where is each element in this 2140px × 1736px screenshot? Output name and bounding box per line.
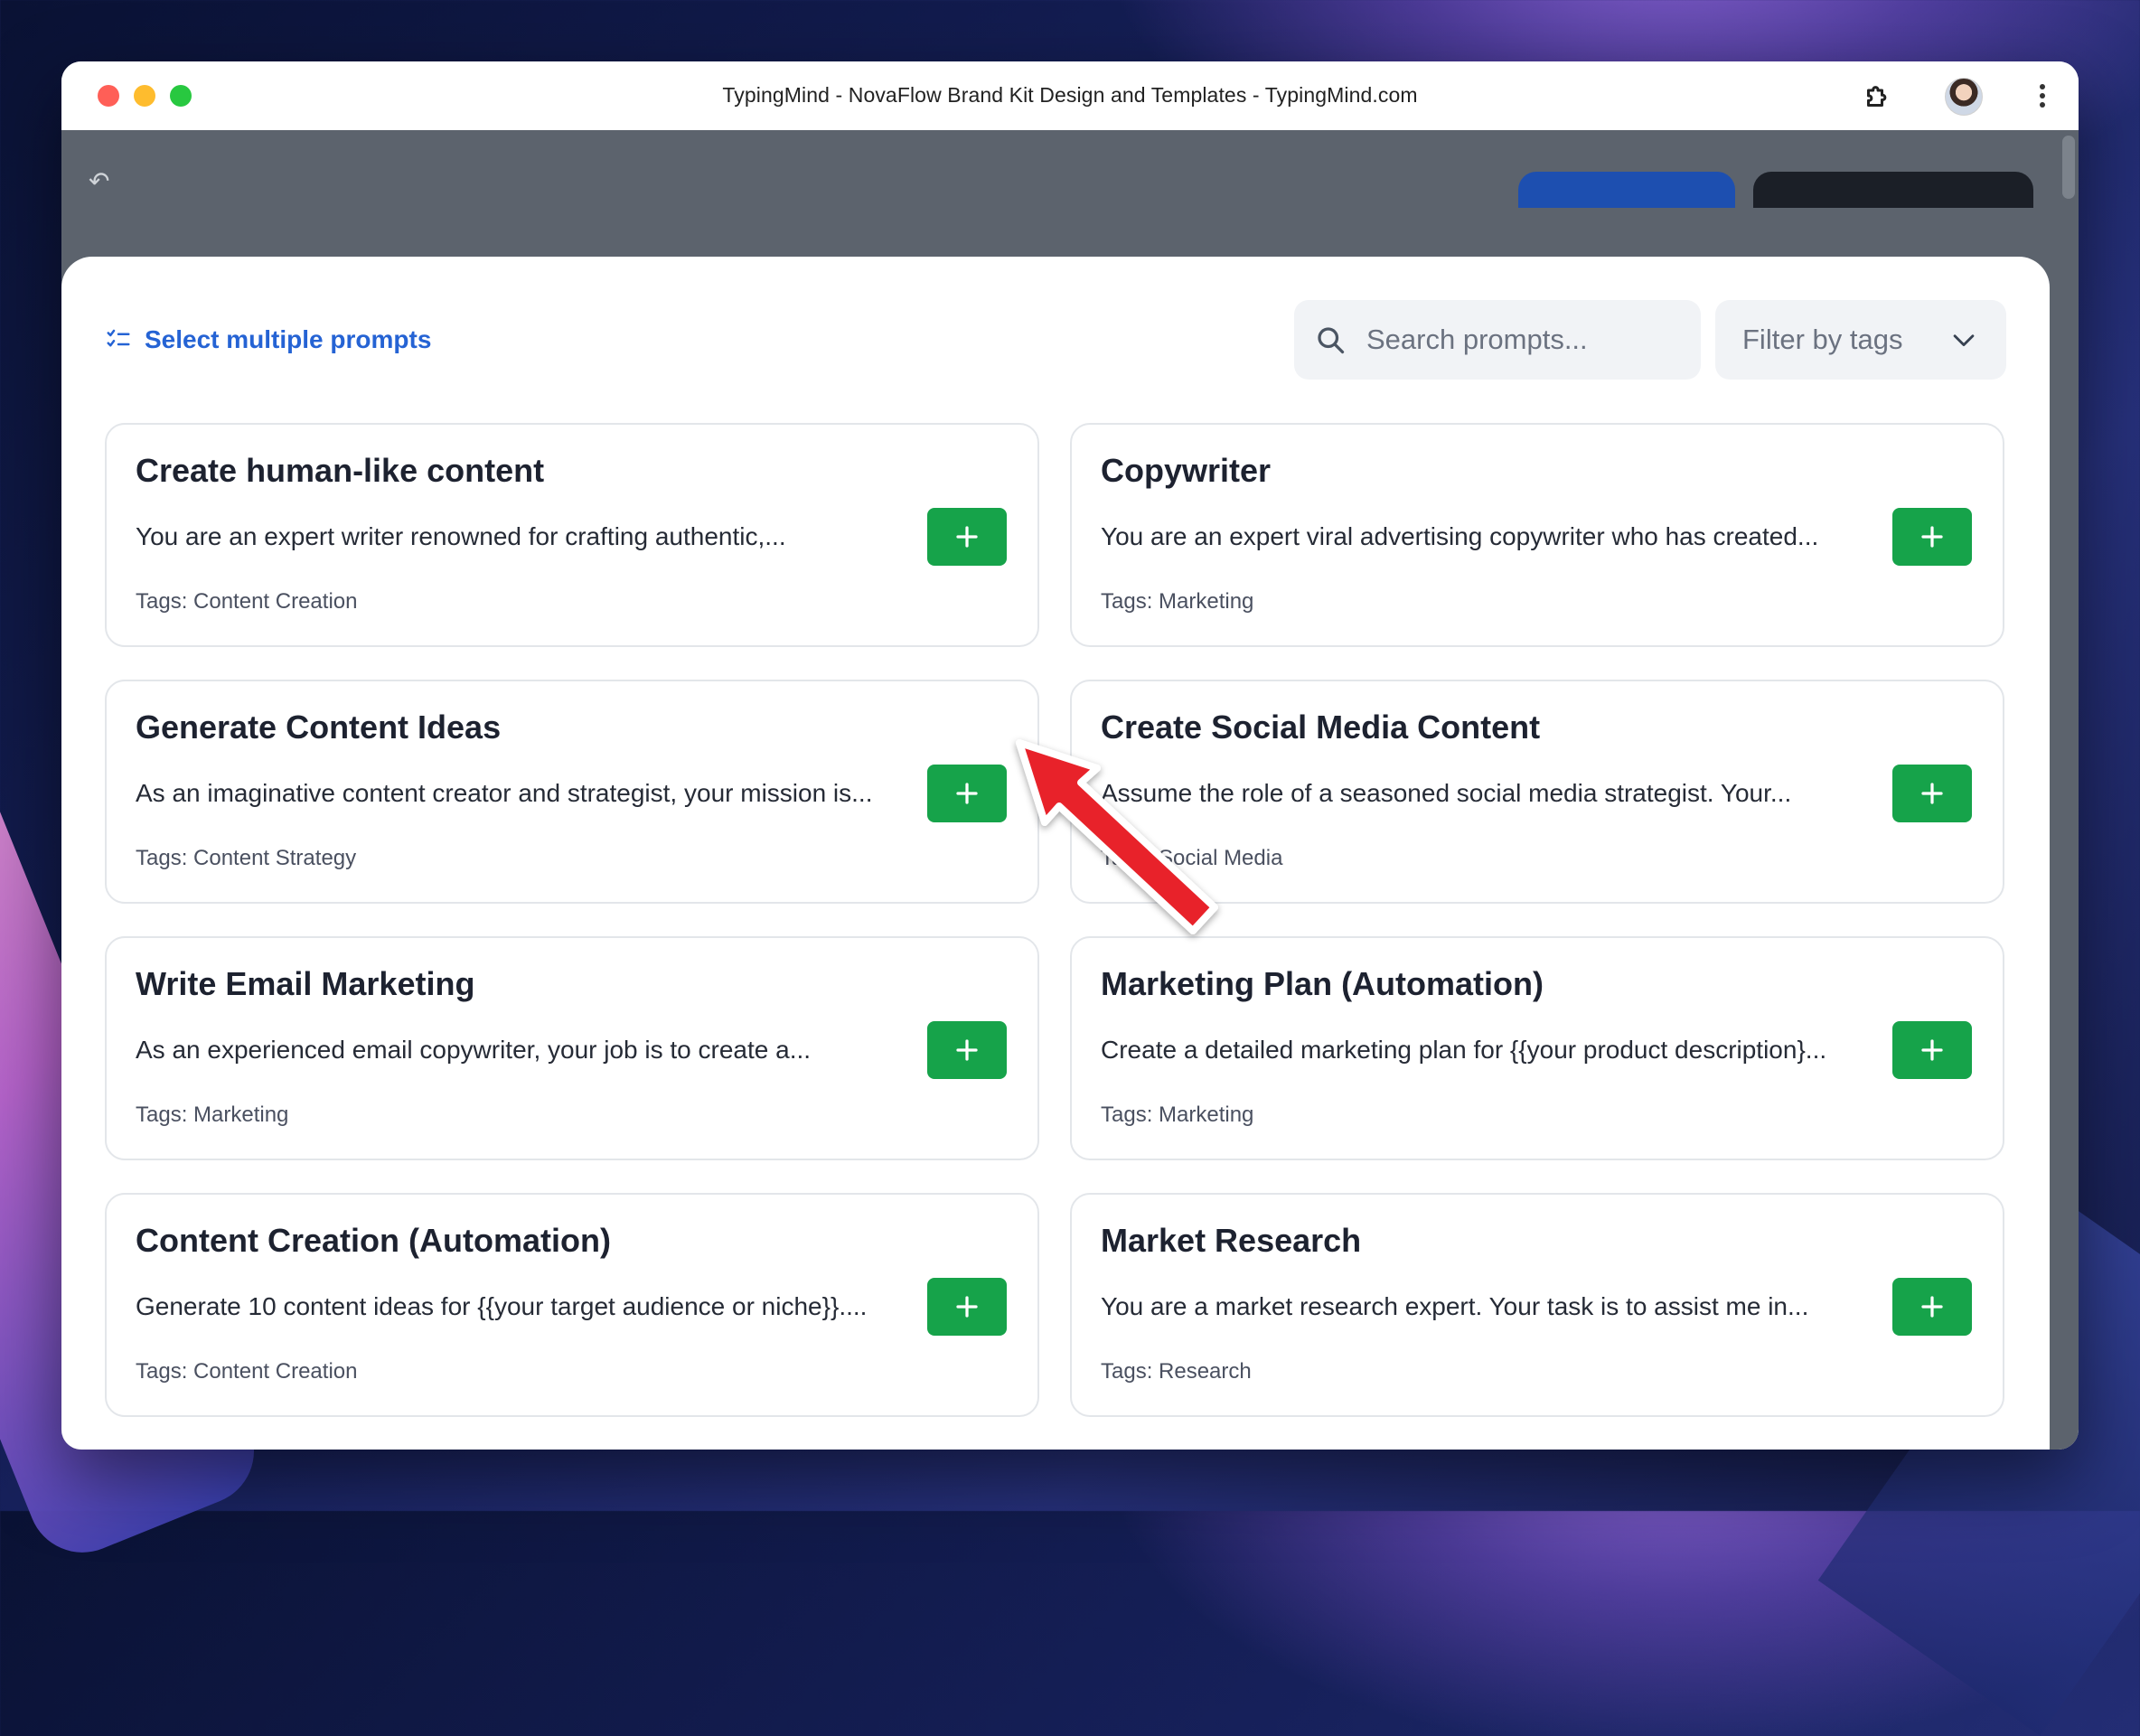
add-prompt-button[interactable] — [1892, 508, 1972, 566]
prompt-card[interactable]: Create Social Media Content Assume the ro… — [1070, 680, 2004, 904]
background-button — [1753, 172, 2033, 208]
prompt-tags: Tags: Content Strategy — [136, 846, 357, 870]
prompt-tags: Tags: Content Creation — [136, 589, 358, 614]
search-icon — [1318, 327, 1345, 354]
profile-avatar[interactable] — [1945, 78, 1983, 116]
plus-icon — [956, 1296, 978, 1318]
add-prompt-button[interactable] — [927, 765, 1007, 822]
prompt-card[interactable]: Content Creation (Automation) Generate 10… — [105, 1193, 1039, 1417]
scrollbar[interactable] — [2062, 136, 2075, 199]
plus-icon — [1921, 1296, 1943, 1318]
prompt-tags: Tags: Research — [1101, 1359, 1252, 1384]
add-prompt-button[interactable] — [927, 1278, 1007, 1336]
select-multiple-label: Select multiple prompts — [145, 325, 432, 353]
plus-icon — [1921, 1039, 1943, 1061]
prompt-description: You are an expert viral advertising copy… — [1101, 522, 1819, 550]
browser-window: TypingMind - NovaFlow Brand Kit Design a… — [61, 61, 2079, 1450]
prompt-tags: Tags: Content Creation — [136, 1359, 358, 1384]
checklist-icon — [107, 329, 130, 347]
prompt-tags: Tags: Social Media — [1101, 846, 1283, 870]
prompt-card[interactable]: Create human-like content You are an expe… — [105, 423, 1039, 647]
plus-icon — [956, 1039, 978, 1061]
prompt-description: You are an expert writer renowned for cr… — [136, 522, 786, 550]
filter-label: Filter by tags — [1742, 324, 1903, 355]
prompt-title: Market Research — [1101, 1222, 1362, 1259]
plus-icon — [1921, 783, 1943, 804]
prompt-tags: Tags: Marketing — [1101, 1103, 1254, 1127]
more-menu-icon[interactable] — [2037, 81, 2048, 112]
undo-icon: ↶ — [89, 167, 110, 195]
add-prompt-button[interactable] — [1892, 765, 1972, 822]
prompt-title: Copywriter — [1101, 452, 1272, 489]
plus-icon — [1921, 526, 1943, 548]
prompt-description: Generate 10 content ideas for {{your tar… — [136, 1292, 868, 1320]
select-multiple-prompts-button[interactable]: Select multiple prompts — [105, 325, 431, 354]
prompt-title: Write Email Marketing — [136, 965, 475, 1002]
prompt-title: Generate Content Ideas — [136, 708, 502, 746]
window-title: TypingMind - NovaFlow Brand Kit Design a… — [722, 83, 1418, 107]
plus-icon — [956, 783, 978, 804]
prompt-description: Create a detailed marketing plan for {{y… — [1101, 1036, 1827, 1064]
prompt-title: Create Social Media Content — [1101, 708, 1541, 746]
prompt-library-modal: Select multiple prompts Filter by tags C… — [61, 257, 2050, 1450]
prompt-tags: Tags: Marketing — [136, 1103, 289, 1127]
prompt-card[interactable]: Market Research You are a market research… — [1070, 1193, 2004, 1417]
prompt-description: As an experienced email copywriter, your… — [136, 1036, 812, 1064]
prompt-description: You are a market research expert. Your t… — [1101, 1292, 1809, 1320]
filter-by-tags-dropdown[interactable]: Filter by tags — [1715, 300, 2006, 380]
add-prompt-button[interactable] — [1892, 1021, 1972, 1079]
search-field[interactable] — [1294, 300, 1701, 380]
prompt-card[interactable]: Generate Content Ideas As an imaginative … — [105, 680, 1039, 904]
prompt-description: As an imaginative content creator and st… — [136, 779, 873, 807]
plus-icon — [956, 526, 978, 548]
add-prompt-button[interactable] — [927, 508, 1007, 566]
prompt-title: Marketing Plan (Automation) — [1101, 965, 1544, 1002]
add-prompt-button[interactable] — [927, 1021, 1007, 1079]
prompt-card[interactable]: Copywriter You are an expert viral advert… — [1070, 423, 2004, 647]
prompt-card[interactable]: Write Email Marketing As an experienced e… — [105, 936, 1039, 1160]
page-backdrop: ↶ Select multiple prompts Filter by tags — [61, 130, 2079, 1450]
title-bar: TypingMind - NovaFlow Brand Kit Design a… — [61, 61, 2079, 131]
extensions-puzzle-icon[interactable] — [1862, 80, 1894, 112]
search-input[interactable] — [1365, 323, 1694, 357]
background-button — [1518, 172, 1735, 208]
prompt-title: Content Creation (Automation) — [136, 1222, 611, 1259]
add-prompt-button[interactable] — [1892, 1278, 1972, 1336]
prompt-card[interactable]: Marketing Plan (Automation) Create a deta… — [1070, 936, 2004, 1160]
prompt-tags: Tags: Marketing — [1101, 589, 1254, 614]
chevron-down-icon — [1953, 334, 1975, 347]
prompt-title: Create human-like content — [136, 452, 545, 489]
prompt-description: Assume the role of a seasoned social med… — [1101, 779, 1792, 807]
